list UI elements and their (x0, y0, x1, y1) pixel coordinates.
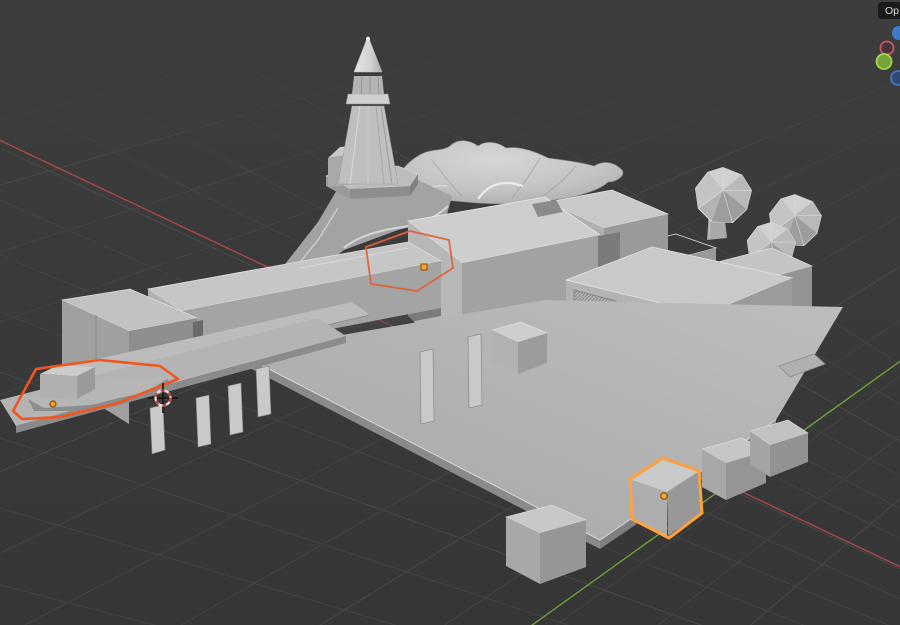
origin-dot (660, 492, 668, 500)
viewport-canvas[interactable]: Op (0, 0, 900, 625)
gizmo-y-axis-ball[interactable] (875, 53, 893, 70)
gizmo-z-neg-ring[interactable] (890, 70, 900, 86)
options-button[interactable]: Op (878, 2, 900, 19)
origin-dot (420, 263, 428, 271)
origin-dot (49, 400, 57, 408)
options-button-label: Op (885, 5, 899, 17)
blender-3d-viewport[interactable]: Op (0, 0, 900, 625)
gizmo-x-neg-ring[interactable] (879, 40, 895, 56)
lighthouse-gallery (345, 93, 391, 105)
